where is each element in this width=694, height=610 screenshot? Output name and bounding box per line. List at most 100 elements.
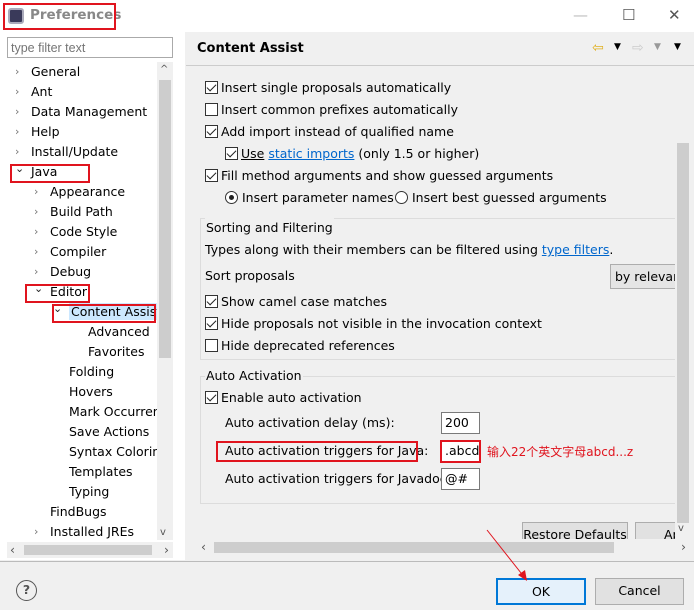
tree-vertical-scrollbar[interactable]: ^ v	[157, 62, 173, 540]
best-guess-radio[interactable]: Insert best guessed arguments	[395, 188, 607, 208]
header-divider	[186, 65, 694, 66]
tree-item[interactable]: › Build Path	[34, 202, 113, 222]
sorting-title: Sorting and Filtering	[205, 218, 334, 238]
delay-label: Auto activation delay (ms):	[225, 415, 395, 430]
tree-item-label: FindBugs	[50, 504, 107, 519]
chevron-right-icon[interactable]: ›	[34, 522, 38, 542]
fill-arguments-checkbox[interactable]: Fill method arguments and show guessed a…	[205, 166, 553, 186]
help-icon[interactable]: ?	[16, 580, 37, 601]
chevron-right-icon[interactable]: ›	[34, 222, 38, 242]
forward-menu-icon[interactable]: ▼	[654, 42, 661, 52]
sort-proposals-select[interactable]: by relevan	[610, 264, 675, 289]
tree-item[interactable]: Favorites	[88, 342, 144, 362]
maximize-button[interactable]: ☐	[622, 6, 635, 24]
scroll-down-icon[interactable]: v	[678, 523, 684, 534]
delay-input[interactable]: 200	[441, 412, 480, 434]
scrollbar-thumb[interactable]	[24, 545, 152, 555]
highlight-box-title	[3, 3, 116, 30]
tree-item-label: Help	[31, 124, 60, 139]
tree-item-label: Code Style	[50, 224, 118, 239]
scroll-down-icon[interactable]: v	[160, 527, 166, 538]
scroll-right-icon[interactable]: ›	[164, 542, 169, 557]
back-menu-icon[interactable]: ▼	[614, 42, 621, 52]
back-arrow-icon[interactable]: ⇦	[592, 40, 604, 56]
annotation-arrow	[486, 529, 527, 581]
tree-item[interactable]: Save Actions	[69, 422, 149, 442]
tree-item[interactable]: Advanced	[88, 322, 150, 342]
view-menu-icon[interactable]: ▼	[674, 42, 681, 52]
chevron-right-icon[interactable]: ›	[15, 82, 19, 102]
tree-item-label: Save Actions	[69, 424, 150, 439]
content-area: Insert single proposals automatically In…	[197, 75, 675, 540]
insert-prefixes-checkbox[interactable]: Insert common prefixes automatically	[205, 100, 458, 120]
tree-item[interactable]: › Data Management	[15, 102, 148, 122]
highlight-box-content-assist	[52, 304, 156, 323]
tree-item[interactable]: Folding	[69, 362, 114, 382]
tree-item[interactable]: › Ant	[15, 82, 53, 102]
label: Add import instead of qualified name	[221, 124, 454, 139]
label: Hide proposals not visible in the invoca…	[221, 316, 542, 331]
chevron-right-icon[interactable]: ›	[34, 242, 38, 262]
label: Insert common prefixes automatically	[221, 102, 459, 117]
camel-case-checkbox[interactable]: Show camel case matches	[205, 292, 387, 312]
scrollbar-thumb[interactable]	[214, 542, 614, 553]
chevron-right-icon[interactable]: ›	[34, 182, 38, 202]
type-filters-link[interactable]: type filters	[542, 242, 610, 257]
use-static-imports-checkbox[interactable]: Use static imports (only 1.5 or higher)	[225, 144, 479, 164]
scroll-left-icon[interactable]: ‹	[201, 539, 206, 554]
add-import-checkbox[interactable]: Add import instead of qualified name	[205, 122, 454, 142]
tree-item-label: Data Management	[31, 104, 148, 119]
highlight-box-java-triggers-label	[216, 441, 418, 462]
enable-auto-activation-checkbox[interactable]: Enable auto activation	[205, 388, 362, 408]
highlight-box-java	[10, 164, 90, 183]
hide-deprecated-checkbox[interactable]: Hide deprecated references	[205, 336, 395, 356]
label: Use	[241, 146, 265, 161]
tree-item[interactable]: › Installed JREs	[34, 522, 135, 542]
annotation-text: 输入22个英文字母abcd...z	[487, 445, 634, 459]
chevron-right-icon[interactable]: ›	[15, 102, 19, 122]
tree-item-label: Compiler	[50, 244, 107, 259]
tree-item-label: Hovers	[69, 384, 113, 399]
tree-item[interactable]: Templates	[69, 462, 133, 482]
tree-item[interactable]: › Appearance	[34, 182, 125, 202]
scrollbar-thumb[interactable]	[159, 80, 171, 358]
javadoc-triggers-input[interactable]: @#	[441, 468, 480, 490]
tree-item[interactable]: › Help	[15, 122, 60, 142]
tree-item[interactable]: › Code Style	[34, 222, 118, 242]
tree-item[interactable]: Hovers	[69, 382, 113, 402]
tree-item[interactable]: Mark Occurren	[69, 402, 161, 422]
cancel-button[interactable]: Cancel	[595, 578, 684, 605]
scroll-right-icon[interactable]: ›	[681, 539, 686, 554]
tree-item[interactable]: › Debug	[34, 262, 91, 282]
tree-item[interactable]: › General	[15, 62, 80, 82]
tree-item-label: Ant	[31, 84, 53, 99]
static-imports-link[interactable]: static imports	[268, 146, 354, 161]
tree-horizontal-scrollbar[interactable]: ‹ ›	[7, 542, 173, 558]
insert-single-checkbox[interactable]: Insert single proposals automatically	[205, 78, 451, 98]
label: Insert parameter names	[242, 190, 394, 205]
chevron-right-icon[interactable]: ›	[15, 62, 19, 82]
tree-item-label: Mark Occurren	[69, 404, 161, 419]
scroll-left-icon[interactable]: ‹	[10, 542, 15, 557]
forward-arrow-icon[interactable]: ⇨	[632, 40, 644, 56]
param-names-radio[interactable]: Insert parameter names	[225, 188, 394, 208]
tree-item-label: Favorites	[88, 344, 145, 359]
tree-item[interactable]: › Install/Update	[15, 142, 119, 162]
tree-item-label: Install/Update	[31, 144, 119, 159]
tree-item[interactable]: Typing	[69, 482, 109, 502]
tree-item[interactable]: › Compiler	[34, 242, 107, 262]
scroll-up-icon[interactable]: ^	[160, 64, 168, 75]
content-vertical-scrollbar[interactable]: v	[675, 75, 691, 540]
tree-item-label: Installed JREs	[50, 524, 135, 539]
tree-item[interactable]: Syntax Coloring	[69, 442, 168, 462]
chevron-right-icon[interactable]: ›	[15, 122, 19, 142]
scrollbar-thumb[interactable]	[677, 143, 689, 523]
hide-invisible-checkbox[interactable]: Hide proposals not visible in the invoca…	[205, 314, 542, 334]
apply-button[interactable]: Ap	[635, 522, 675, 540]
chevron-right-icon[interactable]: ›	[34, 202, 38, 222]
content-horizontal-scrollbar[interactable]: ‹ ›	[197, 539, 691, 555]
minimize-button[interactable]: —	[573, 6, 588, 24]
filter-input[interactable]	[7, 37, 173, 58]
close-button[interactable]: ✕	[668, 6, 681, 24]
tree-item[interactable]: FindBugs	[50, 502, 107, 522]
